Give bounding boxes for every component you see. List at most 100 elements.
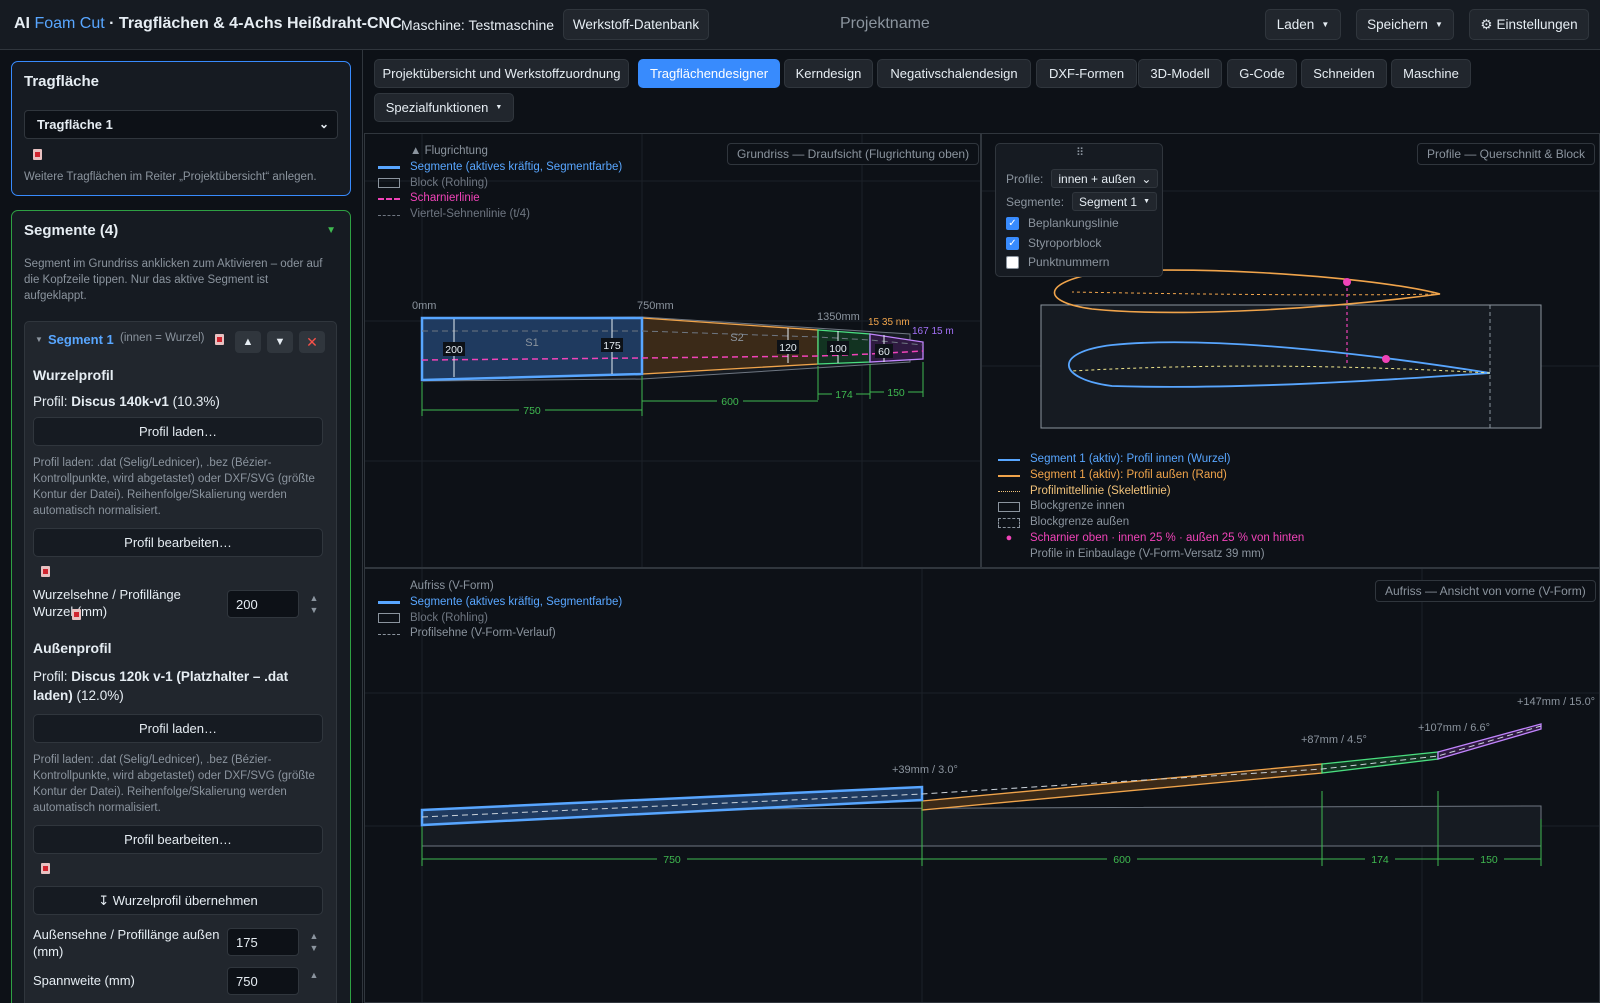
material-db-button[interactable]: Werkstoff-Datenbank	[563, 9, 709, 40]
front-legend: Aufriss (V-Form) Segmente (aktives kräft…	[378, 579, 622, 642]
front-view-panel: +39mm / 3.0° +87mm / 4.5° +107mm / 6.6° …	[364, 568, 1600, 1003]
span-label: 150	[887, 387, 905, 399]
collapse-triangle-icon[interactable]: ▼	[326, 225, 336, 236]
chord-label-175: 175	[603, 340, 621, 352]
legend-install-note: Profile in Einbaulage (V-Form-Versatz 39…	[1030, 547, 1265, 560]
root-chord-input[interactable]: 200	[227, 590, 299, 618]
pdf-doc-icon[interactable]	[72, 609, 81, 620]
tip-chord-label: Außensehne / Profillänge außen (mm)	[33, 927, 220, 959]
root-chord-label: Wurzelsehne / Profillänge Wurzel (mm)	[33, 587, 181, 619]
segment-label: S1	[525, 337, 538, 349]
station-label: 750mm	[637, 300, 674, 312]
tab-cutting[interactable]: Schneiden	[1301, 59, 1387, 88]
tip-note: 167 15 m	[912, 326, 954, 337]
adopt-root-profile-button[interactable]: ↧ Wurzelprofil übernehmen	[33, 886, 323, 915]
wing-select-value: Tragfläche 1	[37, 117, 113, 132]
span-label: 750	[523, 405, 541, 417]
chord-label-120: 120	[779, 342, 797, 354]
move-up-button[interactable]: ▲	[235, 331, 261, 353]
root-chord-stepper[interactable]: ▲ ▼	[309, 592, 319, 616]
tab-core-design[interactable]: Kerndesign	[784, 59, 873, 88]
station-label: 1350mm	[817, 311, 860, 323]
tab-machine[interactable]: Maschine	[1391, 59, 1471, 88]
expand-triangle-icon[interactable]: ▼	[35, 335, 43, 344]
segment-note: (innen = Wurzel)	[120, 332, 205, 344]
segments-select-row: Segmente: Segment 1 ▼	[1006, 192, 1158, 211]
settings-label: Einstellungen	[1496, 17, 1578, 32]
segment-name[interactable]: Segment 1	[48, 332, 114, 347]
settings-button[interactable]: ⚙ Einstellungen	[1469, 9, 1589, 40]
tip-edit-profile-button[interactable]: Profil bearbeiten…	[33, 825, 323, 854]
profiles-select-row: Profile: innen + außen ⌄	[1006, 169, 1159, 188]
option-skin-line[interactable]: ✓ Beplankungslinie	[1006, 216, 1119, 230]
front-segment-3[interactable]	[1321, 751, 1439, 774]
pdf-doc-icon[interactable]	[41, 863, 50, 874]
segments-select[interactable]: Segment 1 ▼	[1072, 192, 1158, 211]
tip-profile-heading: Außenprofil	[33, 640, 112, 656]
span-label: 750	[663, 854, 681, 866]
dihedral-label: +39mm / 3.0°	[892, 764, 958, 776]
root-load-profile-button[interactable]: Profil laden…	[33, 417, 323, 446]
root-profile-heading: Wurzelprofil	[33, 367, 114, 383]
project-name[interactable]: Projektname	[840, 15, 930, 33]
span-input[interactable]: 750	[227, 967, 299, 995]
close-icon: ✕	[306, 333, 318, 350]
legend-chord: Profilsehne (V-Form-Verlauf)	[378, 626, 622, 642]
camber-outer	[1071, 291, 1441, 296]
pdf-doc-icon[interactable]	[33, 149, 42, 160]
save-menu-button[interactable]: Speichern ▼	[1356, 9, 1454, 40]
profile-options-overlay: ⠿ Profile: innen + außen ⌄ Segmente: Segmen…	[995, 143, 1163, 277]
root-edit-profile-button[interactable]: Profil bearbeiten…	[33, 528, 323, 557]
pdf-doc-icon[interactable]	[41, 566, 50, 577]
load-menu-button[interactable]: Laden ▼	[1265, 9, 1341, 40]
dihedral-label: +107mm / 6.6°	[1418, 722, 1490, 734]
caret-down-icon: ▼	[1434, 20, 1443, 29]
load-label: Laden	[1276, 17, 1315, 32]
front-segment-2[interactable]	[921, 763, 1323, 811]
legend-camber: Profilmittellinie (Skelettlinie)	[998, 484, 1304, 500]
drag-handle-icon[interactable]: ⠿	[996, 146, 1164, 159]
checkbox-checked[interactable]: ✓	[1006, 216, 1019, 230]
pdf-doc-icon[interactable]	[215, 334, 224, 345]
checkbox-checked[interactable]: ✓	[1006, 236, 1019, 250]
chord-label-60: 60	[878, 346, 890, 358]
chevron-down-icon: ⌄	[318, 117, 329, 131]
tab-wing-designer[interactable]: Tragflächendesigner	[638, 59, 780, 88]
legend-hinge: Scharnierlinie	[378, 191, 622, 207]
planform-title: Grundriss — Draufsicht (Flugrichtung obe…	[727, 143, 980, 165]
special-functions-label: Spezialfunktionen	[385, 100, 489, 115]
span-stepper[interactable]: ▲	[309, 969, 319, 981]
profiles-legend: Segment 1 (aktiv): Profil innen (Wurzel)…	[998, 452, 1304, 563]
span-label: Spannweite (mm)	[33, 973, 135, 988]
caret-down-icon: ▼	[495, 104, 503, 111]
tip-load-profile-button[interactable]: Profil laden…	[33, 714, 323, 743]
profiles-select[interactable]: innen + außen ⌄	[1051, 169, 1159, 188]
checkbox-unchecked[interactable]	[1006, 255, 1019, 269]
arrow-up-icon: ▲	[242, 336, 254, 348]
tab-gcode[interactable]: G-Code	[1227, 59, 1297, 88]
tip-chord-stepper[interactable]: ▲ ▼	[309, 930, 319, 954]
wing-select[interactable]: Tragfläche 1 ⌄	[24, 110, 338, 139]
tab-negative-mold[interactable]: Negativschalendesign	[877, 59, 1031, 88]
station-label: 0mm	[412, 300, 436, 312]
tab-project-overview[interactable]: Projektübersicht und Werkstoffzuordnung	[374, 59, 629, 88]
legend-profile-outer: Segment 1 (aktiv): Profil außen (Rand)	[998, 468, 1304, 484]
front-view-title: Aufriss — Ansicht von vorne (V-Form)	[1375, 580, 1596, 602]
tab-dxf-shapes[interactable]: DXF-Formen	[1036, 59, 1137, 88]
tab-3d-model[interactable]: 3D-Modell	[1138, 59, 1222, 88]
save-label: Speichern	[1367, 17, 1428, 32]
span-label: 150	[1480, 854, 1498, 866]
move-down-button[interactable]: ▼	[267, 331, 293, 353]
dihedral-label: +87mm / 4.5°	[1301, 734, 1367, 746]
tab-special-functions[interactable]: Spezialfunktionen ▼	[374, 93, 514, 122]
planform-panel: 200 175 120 100 60 S1 S2 0mm 750mm 1350m…	[364, 133, 981, 568]
hinge-point-outer	[1343, 278, 1351, 286]
root-load-hint: Profil laden: .dat (Selig/Lednicer), .be…	[33, 457, 315, 517]
caret-down-icon: ▼	[1143, 198, 1151, 205]
option-point-numbers[interactable]: Punktnummern	[1006, 255, 1109, 269]
option-foam-block[interactable]: ✓ Styroporblock	[1006, 236, 1101, 250]
segments-card: Segmente (4) ▼ Segment im Grundriss ankl…	[11, 210, 351, 1003]
delete-segment-button[interactable]: ✕	[299, 331, 325, 353]
tip-chord-input[interactable]: 175	[227, 928, 299, 956]
wing-card-title: Tragfläche	[24, 73, 100, 90]
